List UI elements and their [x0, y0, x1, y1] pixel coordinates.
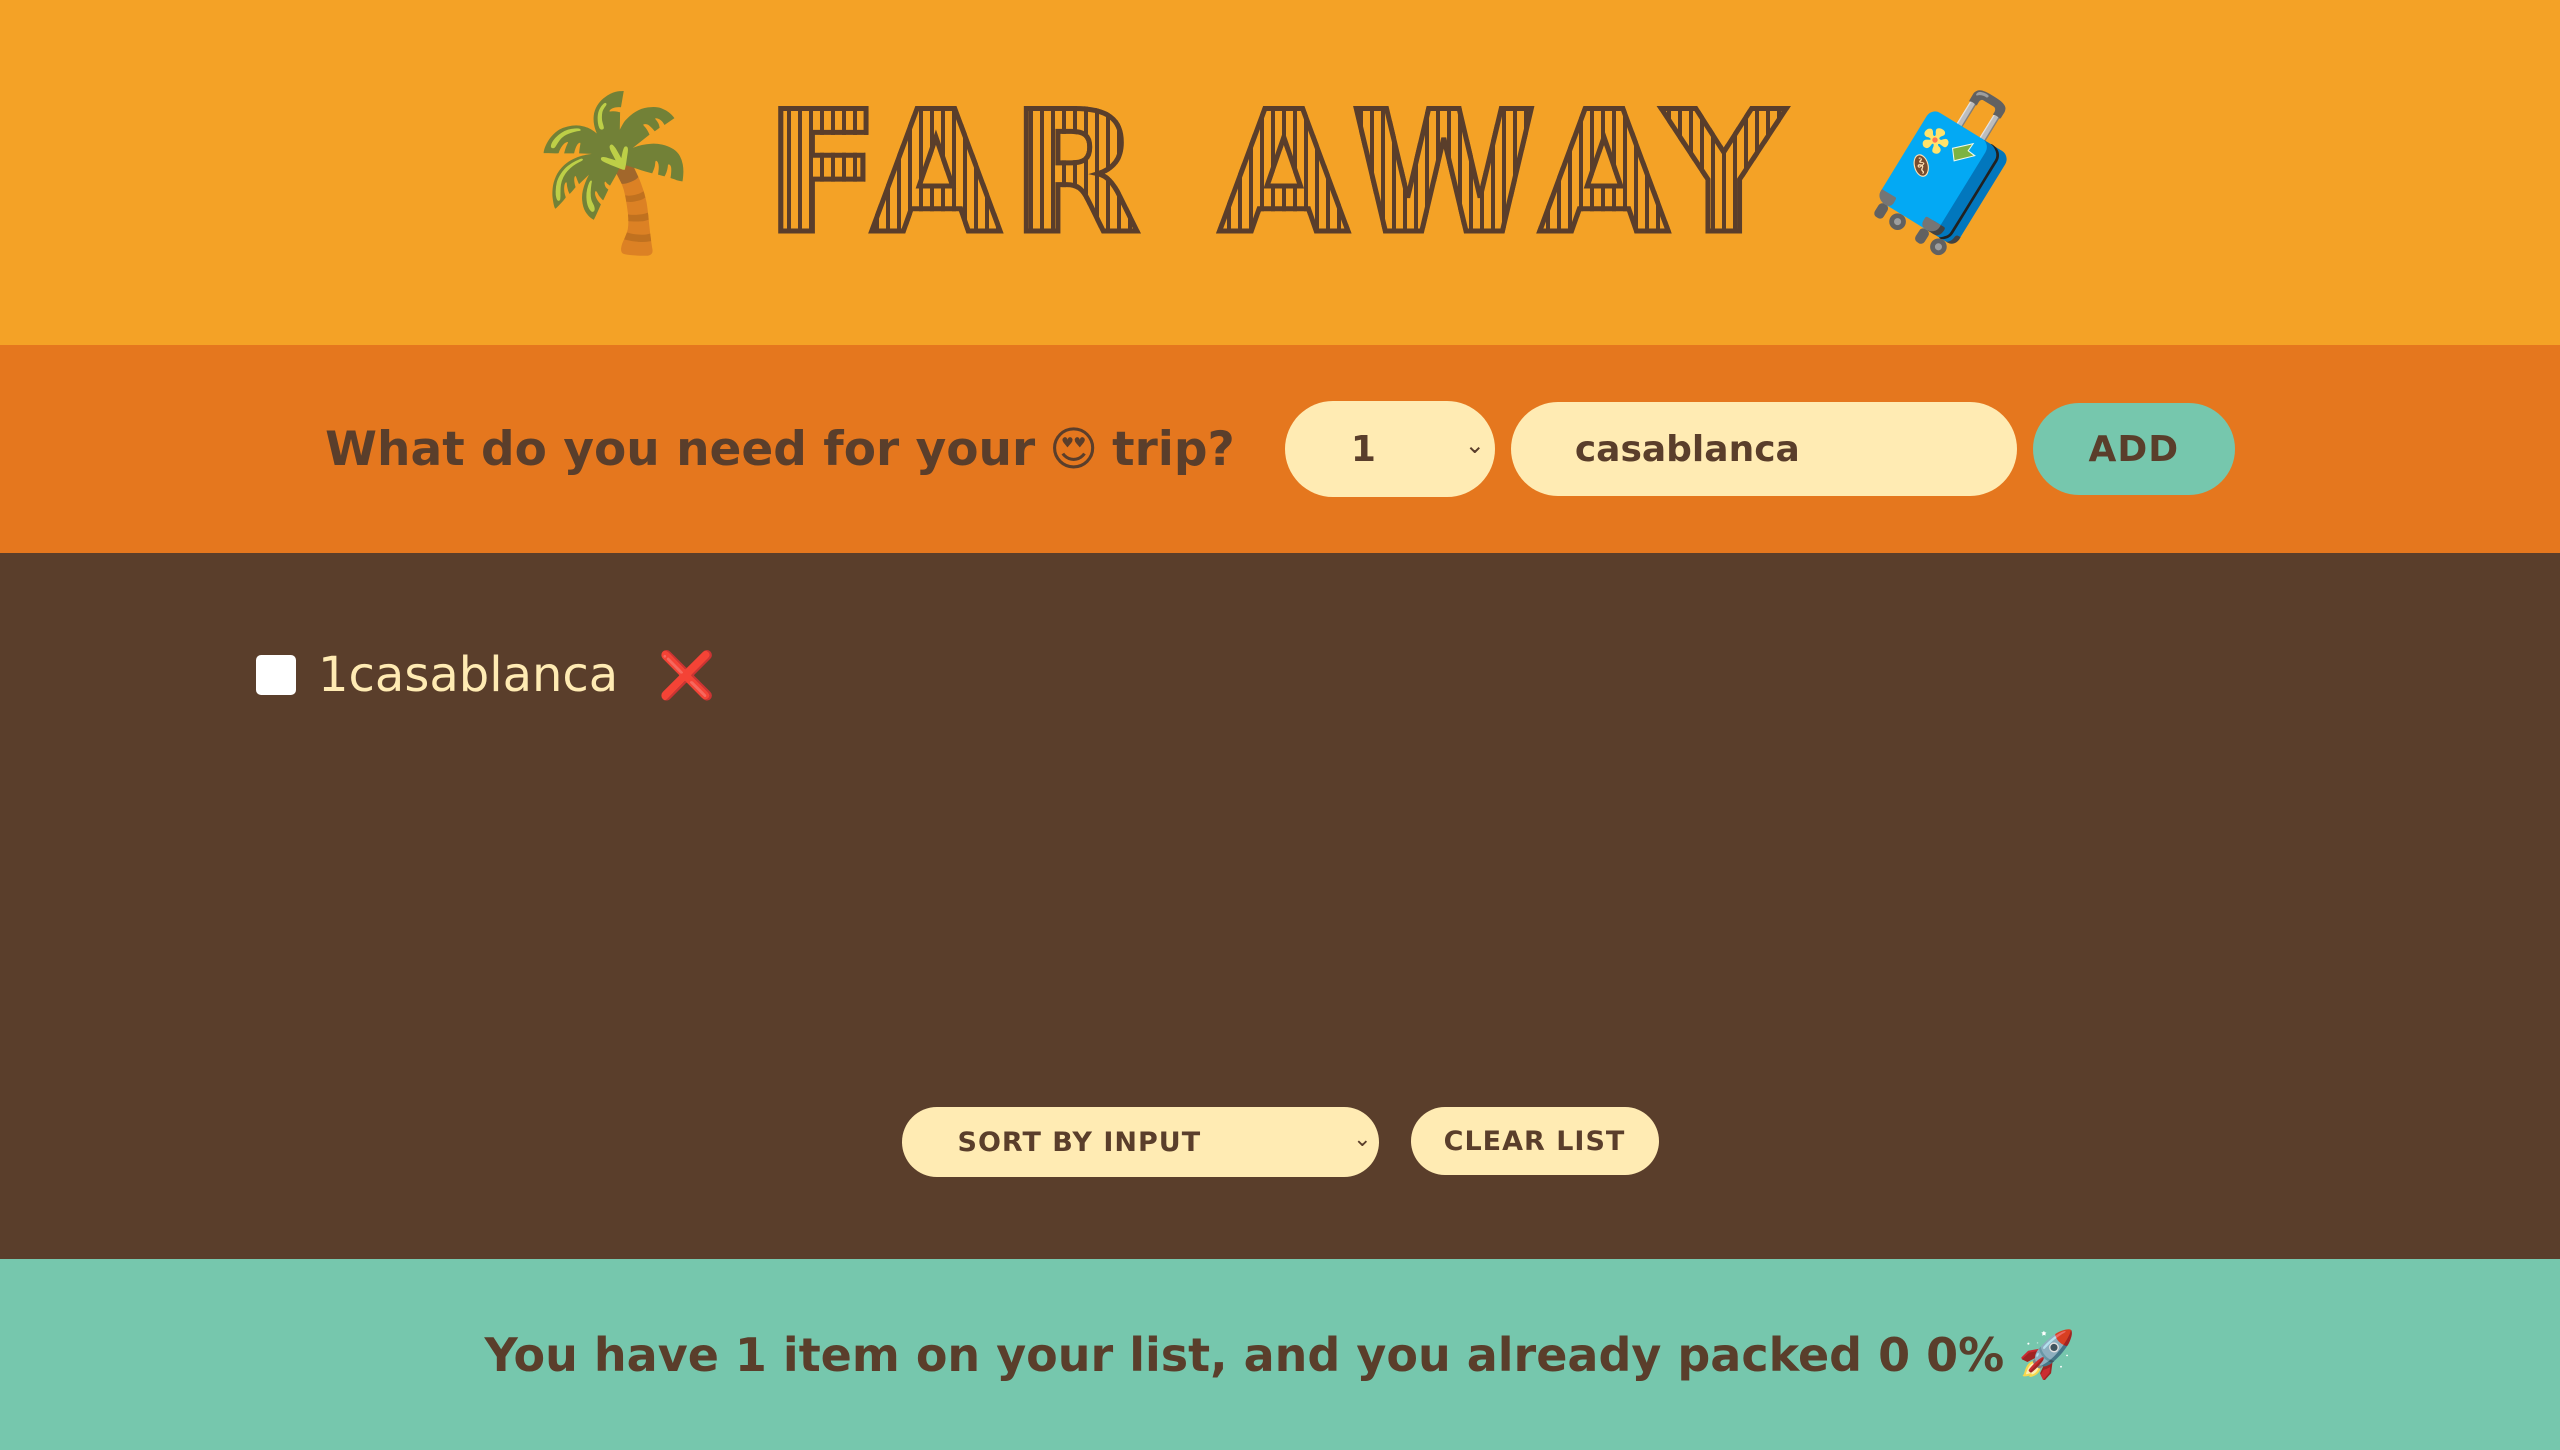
palm-tree-icon: 🌴 — [520, 85, 708, 260]
app-title: FAR AWAY — [763, 74, 1795, 271]
stats-bar: You have 1 item on your list, and you al… — [0, 1259, 2560, 1450]
suitcase-icon: 🧳 — [1852, 85, 2040, 260]
add-button[interactable]: ADD — [2032, 403, 2235, 495]
chevron-down-icon: ⌄ — [1464, 431, 1485, 459]
clear-list-button[interactable]: CLEAR LIST — [1410, 1107, 1659, 1175]
rocket-icon: 🚀 — [2018, 1327, 2076, 1381]
packing-list: 1casablanca ❌ SORT BY INPUT ⌄ CLEAR LIST — [0, 553, 2560, 1259]
list-actions: SORT BY INPUT ⌄ CLEAR LIST — [0, 1107, 2560, 1177]
delete-icon[interactable]: ❌ — [658, 648, 715, 703]
item-description-input[interactable]: casablanca — [1510, 402, 2017, 496]
heart-eyes-icon: 😍 — [1049, 421, 1099, 477]
stats-text: You have 1 item on your list, and you al… — [484, 1327, 2005, 1382]
question-text-before: What do you need for your — [325, 421, 1036, 477]
question-text-after: trip? — [1112, 421, 1235, 477]
sort-select[interactable]: SORT BY INPUT ⌄ — [901, 1107, 1379, 1177]
app-header: 🌴 FAR AWAY 🧳 — [0, 0, 2560, 345]
packed-checkbox[interactable] — [256, 655, 296, 695]
form-question: What do you need for your 😍 trip? — [325, 422, 1235, 477]
sort-selected-value: SORT BY INPUT — [957, 1126, 1202, 1158]
chevron-down-icon: ⌄ — [1353, 1127, 1373, 1152]
quantity-value: 1 — [1350, 428, 1376, 470]
quantity-select[interactable]: 1 ⌄ — [1284, 401, 1495, 497]
add-item-form: What do you need for your 😍 trip? 1 ⌄ ca… — [0, 345, 2560, 553]
list-item: 1casablanca ❌ — [256, 647, 716, 703]
item-label: 1casablanca — [318, 647, 619, 703]
item-description-value: casablanca — [1574, 428, 1800, 470]
item-list: 1casablanca ❌ — [256, 647, 716, 703]
